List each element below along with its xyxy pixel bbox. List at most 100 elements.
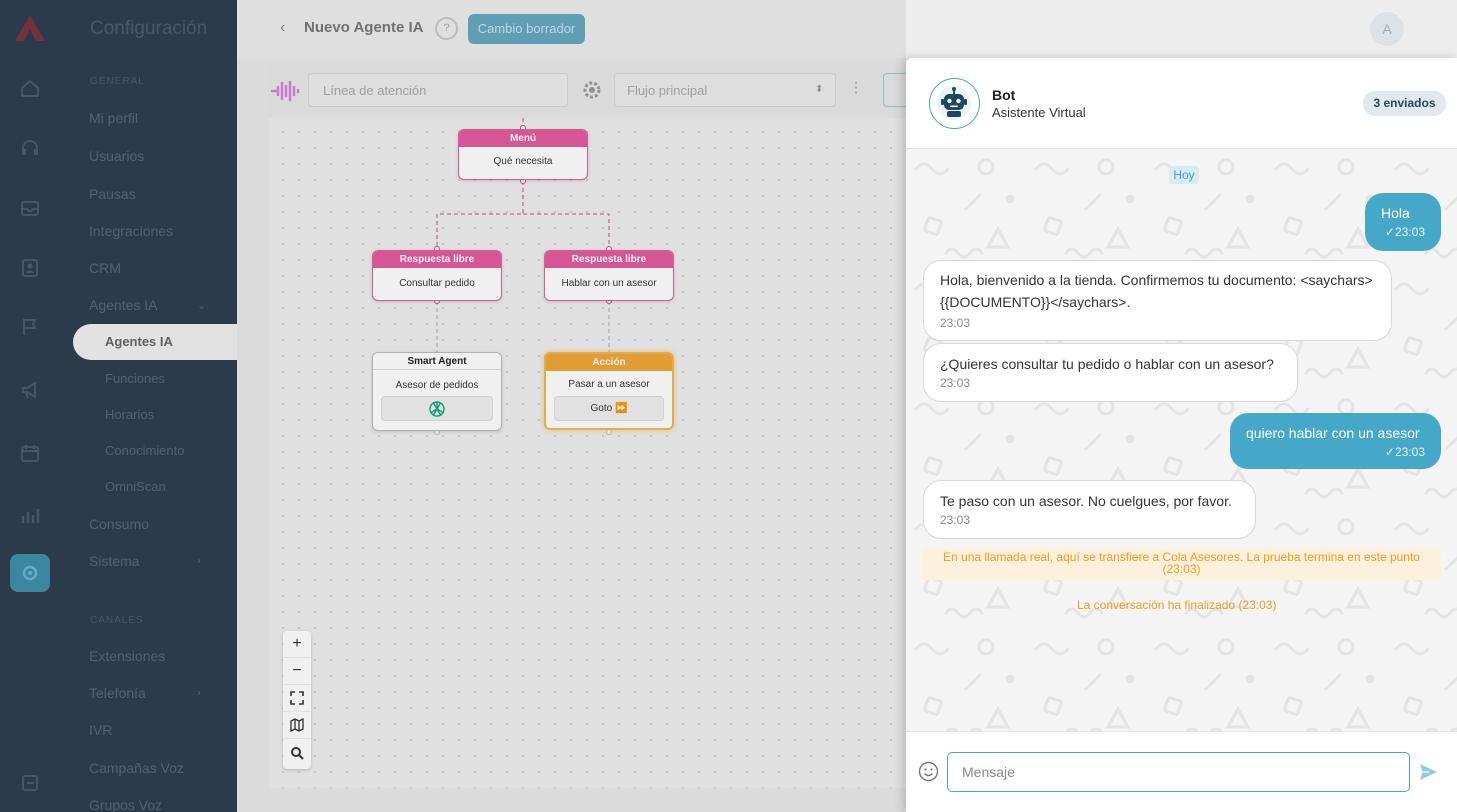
- node-header: Smart Agent: [373, 353, 501, 370]
- message-incoming: ¿Quieres consultar tu pedido o hablar co…: [923, 343, 1298, 402]
- message-text: quiero hablar con un asesor: [1246, 425, 1420, 441]
- sidebar-subitem-conocimiento[interactable]: Conocimiento: [105, 443, 185, 458]
- zoom-out-icon[interactable]: −: [283, 658, 311, 685]
- node-body: Asesor de pedidos: [395, 380, 479, 391]
- chat-composer: [906, 731, 1457, 812]
- flow-canvas[interactable]: [269, 118, 909, 788]
- node-header: Respuesta libre: [373, 251, 501, 268]
- emoji-icon[interactable]: [918, 761, 939, 782]
- sidebar-item-agentes-ia[interactable]: Agentes IA: [89, 297, 158, 313]
- sidebar-item-pausas[interactable]: Pausas: [89, 186, 136, 202]
- fit-view-icon[interactable]: [283, 685, 311, 712]
- page-title: Nuevo Agente IA: [304, 19, 424, 36]
- stats-icon[interactable]: [19, 504, 41, 526]
- more-options-icon[interactable]: · · ·: [850, 75, 862, 101]
- app-logo-icon[interactable]: [14, 14, 46, 42]
- message-text: Hola, bienvenido a la tienda. Confirmemo…: [940, 272, 1373, 310]
- sidebar-section-general: GENERAL: [90, 76, 145, 87]
- avatar[interactable]: A: [1370, 12, 1404, 46]
- sidebar-subitem-horarios[interactable]: Horarios: [105, 407, 154, 422]
- bot-name: Bot: [992, 87, 1016, 103]
- sidebar-item-crm[interactable]: CRM: [89, 260, 121, 276]
- node-header: Respuesta libre: [545, 251, 673, 268]
- chat-messages[interactable]: Hoy Hola ✓23:03 Hola, bienvenido a la ti…: [906, 149, 1457, 731]
- message-time: ✓23:03: [1384, 225, 1425, 239]
- sidebar-item-usuarios[interactable]: Usuarios: [89, 148, 144, 164]
- flag-icon[interactable]: [19, 316, 41, 338]
- message-text: ¿Quieres consultar tu pedido o hablar co…: [940, 356, 1274, 372]
- select-arrow-icon: ⬍: [815, 84, 824, 95]
- node-body: Pasar a un asesor: [568, 379, 650, 390]
- node-header: Acción: [546, 354, 672, 371]
- bot-avatar: [929, 78, 980, 129]
- sent-count-badge: 3 enviados: [1363, 91, 1446, 116]
- flow-node-action[interactable]: Acción Pasar a un asesor Goto ⏩: [544, 352, 674, 430]
- sidebar-subitem-omniscan[interactable]: OmniScan: [105, 479, 166, 494]
- sidebar-subitem-agentes-ia[interactable]: Agentes IA: [105, 334, 173, 349]
- sidebar-title: Configuración: [90, 18, 208, 39]
- test-chat-panel: Bot Asistente Virtual 3 enviados Hoy Hol…: [906, 58, 1457, 812]
- node-body: Consultar pedido: [399, 278, 475, 289]
- logout-icon[interactable]: [19, 772, 41, 794]
- sidebar-item-integraciones[interactable]: Integraciones: [89, 223, 173, 239]
- headset-icon[interactable]: [19, 137, 41, 159]
- message-outgoing: quiero hablar con un asesor ✓23:03: [1230, 413, 1441, 469]
- calendar-icon[interactable]: [19, 442, 41, 464]
- message-incoming: Hola, bienvenido a la tienda. Confirmemo…: [923, 260, 1392, 341]
- sidebar-item-campanas-voz[interactable]: Campañas Voz: [89, 760, 184, 776]
- message-time: 23:03: [940, 316, 971, 330]
- sidebar-item-telefonia[interactable]: Telefonía: [89, 685, 146, 701]
- flow-node-menu[interactable]: Menú Qué necesita: [458, 129, 588, 180]
- goto-button[interactable]: Goto ⏩: [554, 396, 664, 421]
- back-arrow-icon[interactable]: ‹: [280, 19, 285, 37]
- home-icon[interactable]: [19, 77, 41, 99]
- chat-header: Bot Asistente Virtual 3 enviados: [906, 58, 1457, 149]
- minimap-icon[interactable]: [283, 712, 311, 739]
- flow-node-smart-agent[interactable]: Smart Agent Asesor de pedidos: [372, 352, 502, 431]
- megaphone-icon[interactable]: [19, 379, 41, 401]
- gear-icon[interactable]: [581, 79, 603, 101]
- node-body: Qué necesita: [493, 156, 553, 167]
- contacts-icon[interactable]: [19, 257, 41, 279]
- openai-icon: [429, 401, 445, 417]
- openai-button[interactable]: [381, 396, 493, 421]
- chevron-right-icon: ›: [197, 687, 201, 699]
- system-notice-ended: La conversación ha finalizado (23:03): [1077, 598, 1277, 612]
- service-line-select[interactable]: Línea de atención: [308, 73, 568, 107]
- settings-icon[interactable]: [19, 562, 41, 584]
- sidebar-item-mi-perfil[interactable]: Mi perfil: [89, 110, 138, 126]
- chevron-right-icon: ›: [197, 555, 201, 567]
- sidebar-section-canales: CANALES: [90, 615, 144, 626]
- flow-node-free-response-2[interactable]: Respuesta libre Hablar con un asesor: [544, 250, 674, 301]
- message-outgoing: Hola ✓23:03: [1365, 193, 1441, 251]
- flow-node-free-response-1[interactable]: Respuesta libre Consultar pedido: [372, 250, 502, 301]
- node-body: Hablar con un asesor: [561, 278, 657, 289]
- help-icon[interactable]: ?: [435, 17, 458, 40]
- message-input[interactable]: [947, 752, 1410, 792]
- sidebar: Configuración GENERAL Mi perfil Usuarios…: [0, 0, 237, 812]
- message-text: Te paso con un asesor. No cuelgues, por …: [940, 493, 1232, 509]
- message-incoming: Te paso con un asesor. No cuelgues, por …: [923, 480, 1256, 539]
- inbox-icon[interactable]: [19, 197, 41, 219]
- system-notice-transfer: En una llamada real, aquí se transfiere …: [922, 548, 1441, 580]
- flow-select[interactable]: Flujo principal: [614, 73, 836, 107]
- message-text: Hola: [1381, 205, 1410, 221]
- sidebar-item-consumo[interactable]: Consumo: [89, 516, 149, 532]
- bot-subtitle: Asistente Virtual: [992, 105, 1086, 120]
- sidebar-item-ivr[interactable]: IVR: [89, 722, 112, 738]
- draft-status-button[interactable]: Cambio borrador: [468, 14, 585, 44]
- send-icon[interactable]: [1418, 762, 1438, 782]
- voice-wave-icon: [270, 80, 300, 102]
- app-root: Configuración GENERAL Mi perfil Usuarios…: [0, 0, 1457, 812]
- node-header: Menú: [459, 130, 587, 147]
- message-time: 23:03: [940, 376, 971, 390]
- sidebar-item-sistema[interactable]: Sistema: [89, 553, 140, 569]
- message-time: ✓23:03: [1384, 445, 1425, 459]
- sidebar-item-grupos-voz[interactable]: Grupos Voz: [89, 797, 162, 812]
- zoom-in-icon[interactable]: +: [283, 631, 311, 658]
- search-icon[interactable]: [283, 739, 311, 766]
- sidebar-subitem-funciones[interactable]: Funciones: [105, 371, 165, 386]
- zoom-controls: + −: [283, 631, 311, 769]
- sidebar-item-extensiones[interactable]: Extensiones: [89, 648, 165, 664]
- message-time: 23:03: [940, 513, 971, 527]
